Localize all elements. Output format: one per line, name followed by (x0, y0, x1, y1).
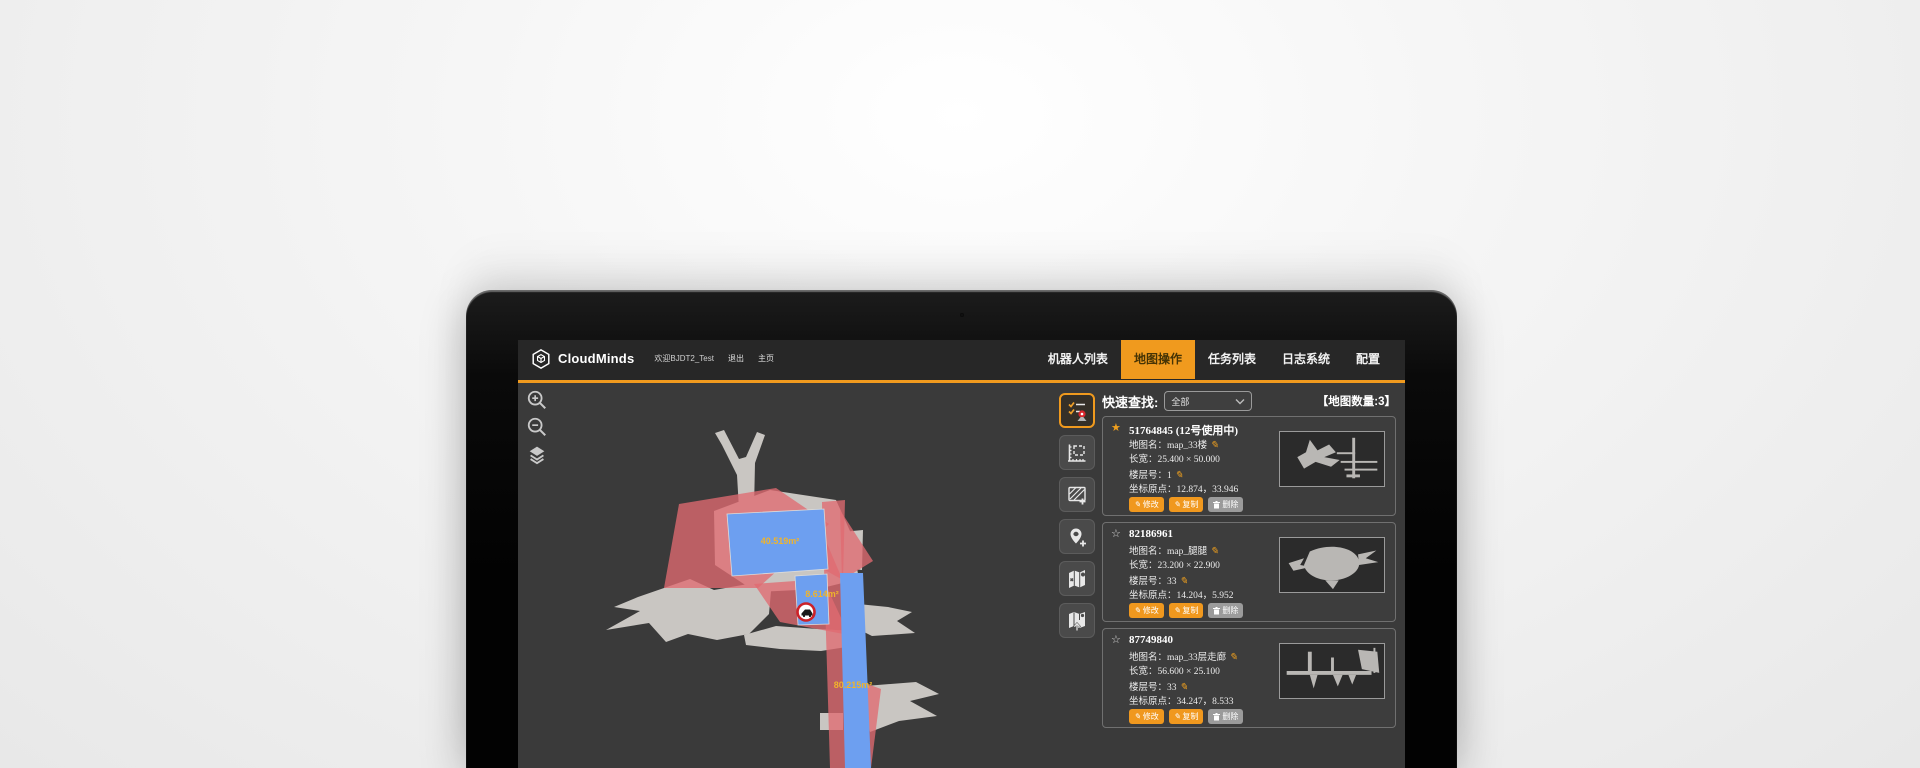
map-size-field: 长宽：25.400 × 50.000 (1129, 453, 1238, 468)
map-blob-right-spikes (858, 604, 915, 636)
copy-button[interactable]: ✎复制 (1169, 709, 1204, 724)
map-name-field: 地图名：map_33层走廊✎ (1129, 650, 1238, 665)
map-name-field: 地图名：map_腿腿✎ (1129, 544, 1234, 559)
filter-dropdown[interactable]: 全部 (1164, 391, 1252, 411)
slam-map[interactable]: 40.519m² 8.614m² 80.215m² (518, 383, 1054, 768)
monitor-frame: CloudMinds 欢迎BJDT2_Test 退出 主页 机器人列表 地图操作… (466, 290, 1457, 768)
modify-button[interactable]: ✎修改 (1129, 603, 1164, 618)
map-thumbnail[interactable] (1279, 537, 1385, 593)
edit-icon[interactable]: ✎ (1175, 470, 1183, 481)
map-size-field: 长宽：56.600 × 25.100 (1129, 665, 1238, 680)
map-size-field: 长宽：23.200 × 22.900 (1129, 559, 1234, 574)
delete-button[interactable]: 删除 (1208, 709, 1243, 724)
welcome-text: 欢迎BJDT2_Test (654, 353, 714, 364)
map-zoom-controls (526, 389, 548, 465)
zone-corridor[interactable] (840, 573, 871, 768)
panel-header: 快速查找: 全部 【地图数量:3】 (1102, 390, 1396, 412)
chevron-down-icon (1235, 398, 1245, 405)
map-list-panel: 快速查找: 全部 【地图数量:3】 ★ 51764845 (12号使用中) (1100, 383, 1405, 768)
brand-name: CloudMinds (558, 351, 634, 366)
filter-value: 全部 (1171, 395, 1189, 408)
origin-field: 坐标原点：14.204，5.952 (1129, 589, 1234, 604)
floor-field: 楼层号：33✎ (1129, 680, 1238, 695)
floor-field: 楼层号：1✎ (1129, 468, 1238, 483)
nav-item-robot-list[interactable]: 机器人列表 (1035, 340, 1121, 379)
trash-icon (1213, 501, 1220, 509)
copy-button[interactable]: ✎复制 (1169, 497, 1204, 512)
favorite-star[interactable]: ★ (1111, 421, 1121, 434)
trash-icon (1213, 607, 1220, 615)
map-card: ☆ 87749840 地图名：map_33层走廊✎ 长宽：56.600 × 25… (1102, 628, 1396, 728)
tool-measure-area[interactable] (1059, 435, 1095, 470)
edit-icon[interactable]: ✎ (1180, 576, 1188, 587)
favorite-star[interactable]: ☆ (1111, 633, 1121, 646)
map-blob-left-spikes (606, 579, 771, 642)
quick-search-label: 快速查找: (1102, 392, 1158, 411)
edit-icon[interactable]: ✎ (1210, 440, 1218, 451)
map-card-title: 82186961 (1129, 528, 1173, 540)
logout-link[interactable]: 退出 (728, 353, 744, 364)
edit-icon[interactable]: ✎ (1229, 652, 1237, 663)
tool-add-virtual-wall[interactable] (1059, 477, 1095, 512)
delete-button[interactable]: 删除 (1208, 603, 1243, 618)
nav-item-config[interactable]: 配置 (1343, 340, 1393, 379)
home-link[interactable]: 主页 (758, 353, 774, 364)
brand: CloudMinds (530, 348, 634, 370)
edit-icon[interactable]: ✎ (1180, 682, 1188, 693)
forbidden-zone-tri (840, 510, 873, 580)
nav-item-log-system[interactable]: 日志系统 (1269, 340, 1343, 379)
favorite-star[interactable]: ☆ (1111, 527, 1121, 540)
map-thumbnail[interactable] (1279, 431, 1385, 487)
origin-field: 坐标原点：34.247，8.533 (1129, 695, 1238, 710)
map-card: ★ 51764845 (12号使用中) 地图名：map_33楼✎ 长宽：25.4… (1102, 416, 1396, 516)
map-card: ☆ 82186961 地图名：map_腿腿✎ 长宽：23.200 × 22.90… (1102, 522, 1396, 622)
nav-item-task-list[interactable]: 任务列表 (1195, 340, 1269, 379)
area-label-small: 8.614m² (805, 589, 839, 599)
content-area: 40.519m² 8.614m² 80.215m² (518, 383, 1405, 768)
copy-button[interactable]: ✎复制 (1169, 603, 1204, 618)
nav-item-map-operation[interactable]: 地图操作 (1121, 340, 1195, 379)
app-screen: CloudMinds 欢迎BJDT2_Test 退出 主页 机器人列表 地图操作… (518, 340, 1405, 768)
map-canvas[interactable]: 40.519m² 8.614m² 80.215m² (518, 383, 1054, 768)
area-label-large: 40.519m² (761, 536, 800, 546)
delete-button[interactable]: 删除 (1208, 497, 1243, 512)
layers-icon[interactable] (526, 443, 548, 465)
trash-icon (1213, 713, 1220, 721)
robot-position-marker[interactable] (798, 604, 815, 621)
area-label-corridor: 80.215m² (834, 680, 873, 690)
map-card-title: 51764845 (12号使用中) (1129, 422, 1238, 438)
map-thumbnail[interactable] (1279, 643, 1385, 699)
cloudminds-logo-icon (530, 348, 552, 370)
zoom-in-icon[interactable] (526, 389, 548, 411)
origin-field: 坐标原点：12.874，33.946 (1129, 483, 1238, 498)
map-toolbar (1054, 383, 1100, 768)
floor-field: 楼层号：33✎ (1129, 574, 1234, 589)
nav-menu: 机器人列表 地图操作 任务列表 日志系统 配置 (1035, 340, 1393, 379)
tool-poi-task-list[interactable] (1059, 393, 1095, 428)
modify-button[interactable]: ✎修改 (1129, 709, 1164, 724)
tool-map-marker[interactable] (1059, 561, 1095, 596)
edit-icon[interactable]: ✎ (1210, 546, 1218, 557)
map-count-label: 【地图数量:3】 (1317, 393, 1396, 409)
tool-add-poi[interactable] (1059, 519, 1095, 554)
modify-button[interactable]: ✎修改 (1129, 497, 1164, 512)
tool-upload-map[interactable] (1059, 603, 1095, 638)
top-navbar: CloudMinds 欢迎BJDT2_Test 退出 主页 机器人列表 地图操作… (518, 340, 1405, 383)
webcam-dot (960, 313, 964, 317)
map-card-title: 87749840 (1129, 634, 1173, 646)
map-name-field: 地图名：map_33楼✎ (1129, 438, 1238, 453)
zoom-out-icon[interactable] (526, 416, 548, 438)
